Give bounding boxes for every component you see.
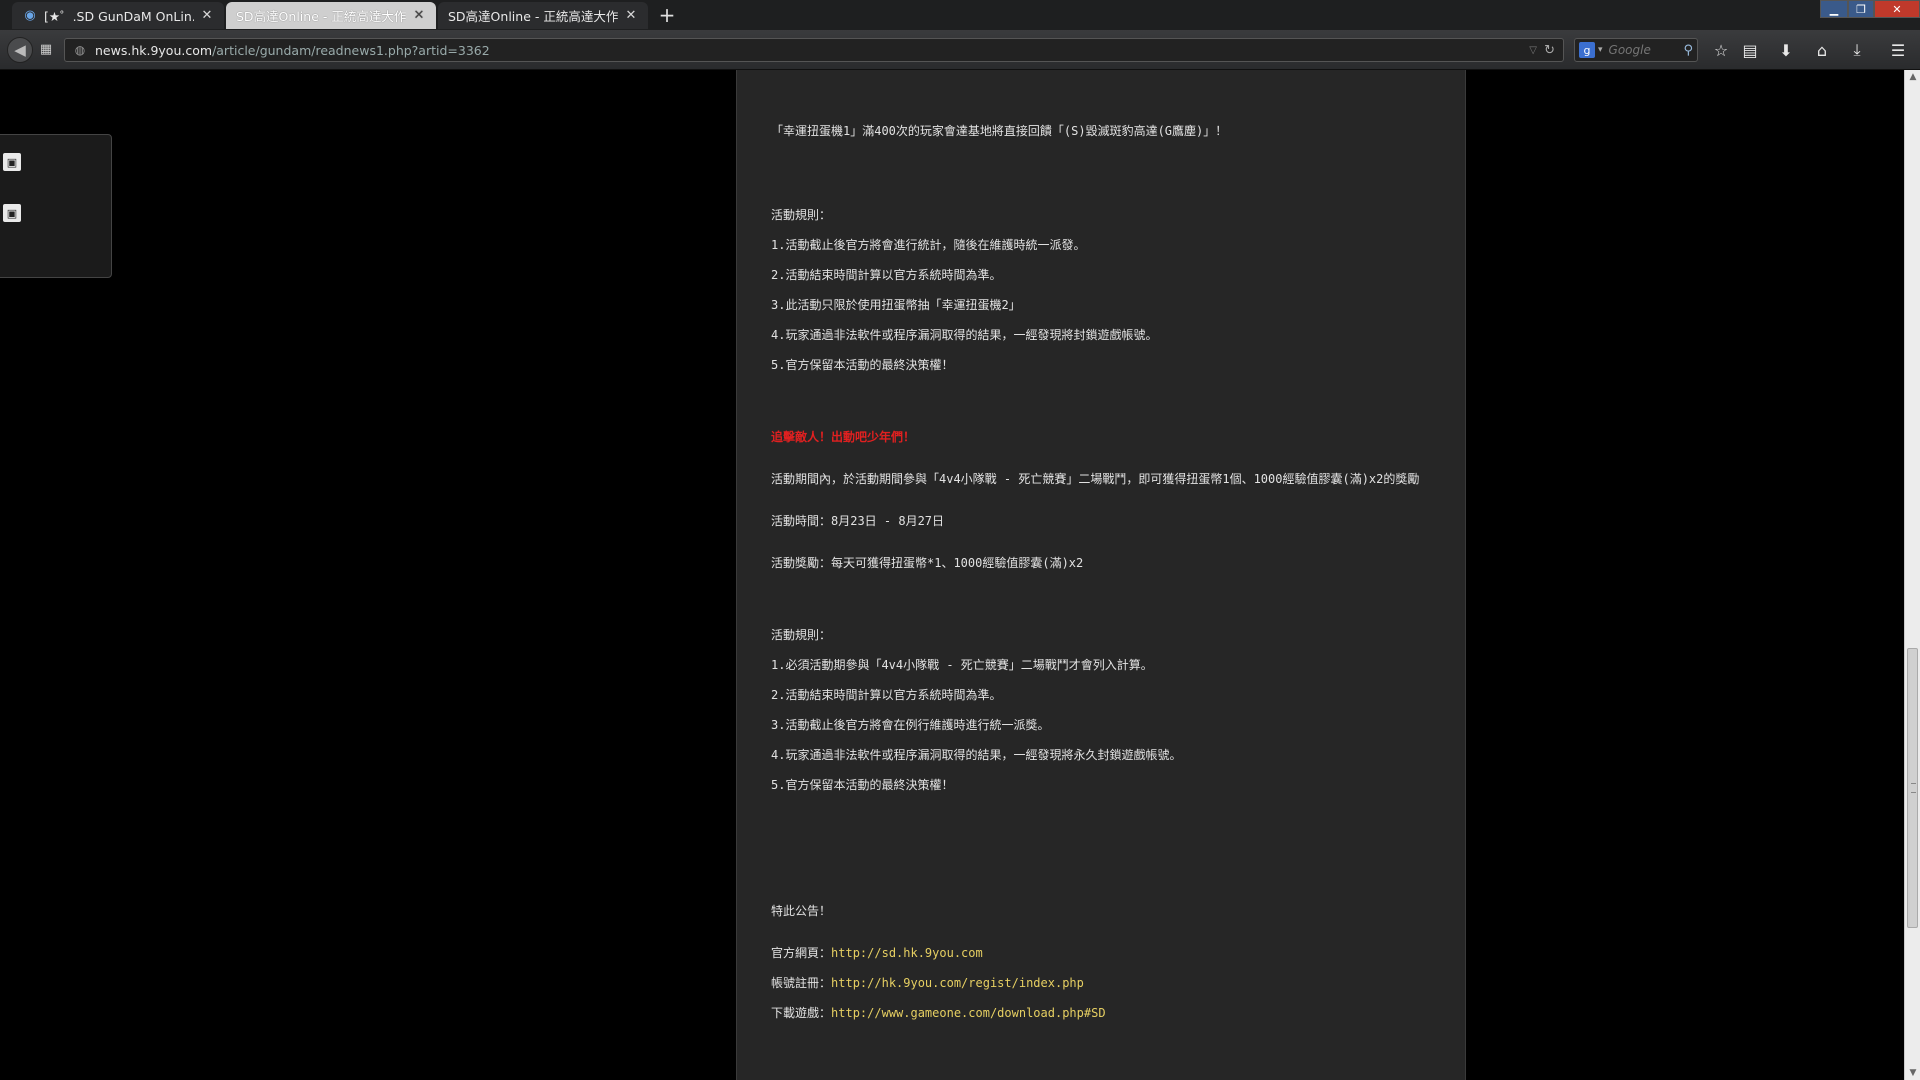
window-controls: ▁ ❐ ✕ bbox=[1820, 0, 1920, 18]
side-widget-image-icon[interactable]: ▣ bbox=[3, 204, 21, 222]
close-tab-icon[interactable]: ✕ bbox=[624, 8, 638, 23]
search-magnifier-icon[interactable]: ⚲ bbox=[1683, 43, 1693, 58]
close-tab-icon[interactable]: ✕ bbox=[412, 8, 426, 23]
event-heading-highlight: 追擊敵人！出動吧少年們！ bbox=[771, 430, 916, 444]
download-game-row: 下載遊戲：http://www.gameone.com/download.php… bbox=[771, 1004, 1106, 1021]
tab-sd-gundam-online-active[interactable]: SD高達Online - 正統高達大作 ✕ bbox=[226, 2, 436, 29]
download-arrow-icon[interactable]: ⬇ bbox=[1774, 39, 1798, 61]
scrollbar-grip bbox=[1911, 783, 1916, 793]
official-site-row: 官方網頁：http://sd.hk.9you.com bbox=[771, 944, 983, 961]
tab-title: SD高達Online - 正統高達大作 bbox=[448, 9, 618, 24]
back-button[interactable]: ◀ bbox=[7, 37, 33, 63]
reading-list-icon[interactable]: ▤ bbox=[1738, 39, 1762, 61]
minimize-window-button[interactable]: ▁ bbox=[1820, 0, 1848, 18]
page-icon[interactable]: ▦ bbox=[38, 41, 54, 57]
close-tab-icon[interactable]: ✕ bbox=[200, 8, 214, 23]
scroll-down-arrow-icon[interactable]: ▼ bbox=[1905, 1066, 1920, 1080]
bookmark-star-icon[interactable]: ☆ bbox=[1709, 39, 1733, 61]
rules-heading: 活動規則： bbox=[771, 208, 832, 222]
rule-item: 2.活動結束時間計算以官方系統時間為準。 bbox=[771, 688, 1002, 702]
event-reward: 活動獎勵：每天可獲得扭蛋幣*1、1000經驗值膠囊(滿)x2 bbox=[771, 556, 1084, 570]
rule-item: 5.官方保留本活動的最終決策權！ bbox=[771, 358, 954, 372]
rule-item: 4.玩家通過非法軟件或程序漏洞取得的結果，一經發現將封鎖遊戲帳號。 bbox=[771, 328, 1158, 342]
official-site-label: 官方網頁： bbox=[771, 946, 832, 960]
google-icon[interactable]: g bbox=[1579, 42, 1595, 58]
rule-item: 1.活動截止後官方將會進行統計，隨後在維護時統一派發。 bbox=[771, 238, 1086, 252]
account-register-row: 帳號註冊：http://hk.9you.com/regist/index.php bbox=[771, 974, 1084, 991]
download-game-label: 下載遊戲： bbox=[771, 1006, 832, 1020]
rule-item: 3.活動截止後官方將會在例行維護時進行統一派獎。 bbox=[771, 718, 1050, 732]
save-page-icon[interactable]: ⤓ bbox=[1845, 39, 1869, 61]
globe-icon: ◍ bbox=[74, 43, 86, 57]
rule-item: 3.此活動只限於使用扭蛋幣抽「幸運扭蛋機2」 bbox=[771, 298, 1021, 312]
url-path: /article/gundam/readnews1.php?artid=3362 bbox=[212, 42, 490, 58]
reload-icon[interactable]: ↻ bbox=[1544, 43, 1555, 58]
article-text-line: 「幸運扭蛋機1」滿400次的玩家會達基地將直接回饋「(S)毀滅斑豹高達(G鷹塵)… bbox=[771, 124, 1228, 138]
floating-side-widget: ▣ ▣ bbox=[0, 134, 112, 278]
browser-logo-icon: ◉ bbox=[24, 8, 36, 23]
history-dropdown-icon[interactable]: ▽ bbox=[1529, 45, 1537, 56]
tab-title: [★゜.SD GunDaM OnLin... bbox=[44, 9, 194, 24]
official-site-link[interactable]: http://sd.hk.9you.com bbox=[831, 946, 983, 960]
restore-window-button[interactable]: ❐ bbox=[1848, 0, 1874, 18]
scroll-up-arrow-icon[interactable]: ▲ bbox=[1905, 70, 1920, 84]
rule-item: 2.活動結束時間計算以官方系統時間為準。 bbox=[771, 268, 1002, 282]
tab-sd-gundam-forum[interactable]: ◉ [★゜.SD GunDaM OnLin... ✕ bbox=[12, 2, 224, 29]
announcement-closing: 特此公告！ bbox=[771, 904, 832, 918]
rule-item: 4.玩家通過非法軟件或程序漏洞取得的結果，一經發現將永久封鎖遊戲帳號。 bbox=[771, 748, 1182, 762]
url-text[interactable]: news.hk.9you.com/article/gundam/readnews… bbox=[95, 43, 490, 58]
back-arrow-icon: ◀ bbox=[14, 41, 26, 59]
article-body: 「幸運扭蛋機1」滿400次的玩家會達基地將直接回饋「(S)毀滅斑豹高達(G鷹塵)… bbox=[736, 70, 1466, 1080]
vertical-scrollbar[interactable]: ▲ ▼ bbox=[1904, 70, 1920, 1080]
scrollbar-thumb[interactable] bbox=[1907, 648, 1918, 928]
rule-item: 5.官方保留本活動的最終決策權！ bbox=[771, 778, 954, 792]
navigation-toolbar: ◀ ▦ ◍ news.hk.9you.com/article/gundam/re… bbox=[0, 30, 1920, 70]
account-register-link[interactable]: http://hk.9you.com/regist/index.php bbox=[831, 976, 1084, 990]
download-game-link[interactable]: http://www.gameone.com/download.php#SD bbox=[831, 1006, 1106, 1020]
side-widget-image-icon[interactable]: ▣ bbox=[3, 153, 21, 171]
close-window-button[interactable]: ✕ bbox=[1874, 0, 1920, 18]
tab-sd-gundam-online[interactable]: SD高達Online - 正統高達大作 ✕ bbox=[438, 2, 648, 29]
tab-title: SD高達Online - 正統高達大作 bbox=[236, 9, 406, 24]
event-description: 活動期間內，於活動期間參與「4v4小隊戰 - 死亡競賽」二場戰鬥，即可獲得扭蛋幣… bbox=[771, 472, 1420, 486]
url-host: news.hk.9you.com bbox=[95, 42, 213, 58]
menu-icon[interactable]: ☰ bbox=[1886, 39, 1910, 61]
home-icon[interactable]: ⌂ bbox=[1810, 39, 1834, 61]
new-tab-button[interactable]: + bbox=[656, 3, 678, 27]
rule-item: 1.必須活動期參與「4v4小隊戰 - 死亡競賽」二場戰鬥才會列入計算。 bbox=[771, 658, 1153, 672]
search-engine-dropdown-icon[interactable]: ▾ bbox=[1598, 45, 1603, 55]
search-input[interactable] bbox=[1606, 42, 1681, 58]
address-bar[interactable]: ◍ news.hk.9you.com/article/gundam/readne… bbox=[64, 38, 1564, 62]
web-page: ▣ ▣ 「幸運扭蛋機1」滿400次的玩家會達基地將直接回饋「(S)毀滅斑豹高達(… bbox=[0, 70, 1904, 1080]
rules-heading: 活動規則： bbox=[771, 628, 832, 642]
account-register-label: 帳號註冊： bbox=[771, 976, 832, 990]
search-box[interactable]: g ▾ ⚲ bbox=[1574, 38, 1698, 62]
event-time: 活動時間：8月23日 - 8月27日 bbox=[771, 514, 945, 528]
tab-strip: ◉ [★゜.SD GunDaM OnLin... ✕ SD高達Online - … bbox=[0, 0, 1920, 30]
